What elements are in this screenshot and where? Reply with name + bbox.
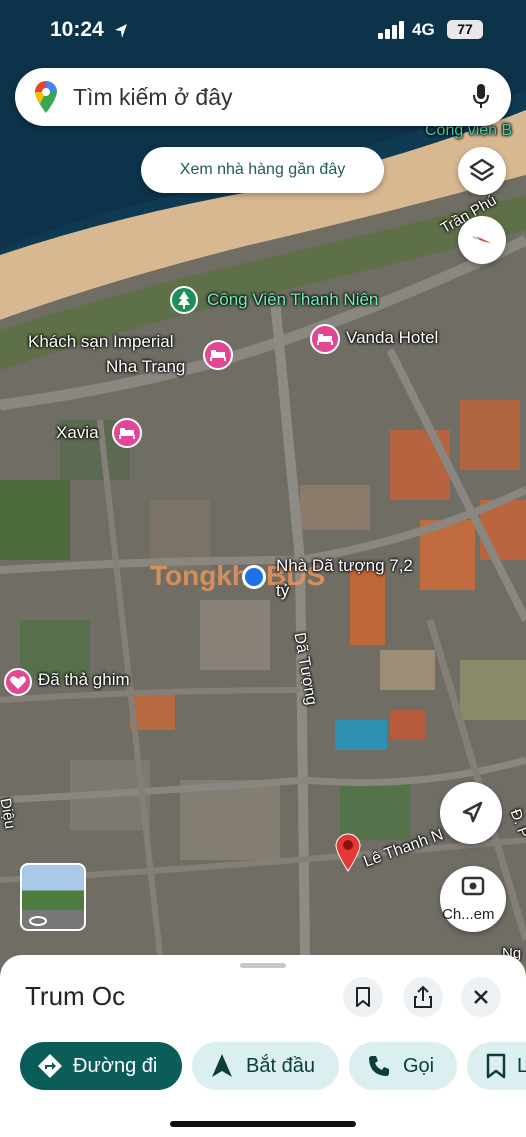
save-pill-label: L [517, 1055, 526, 1077]
map-label-pinned: Đã thả ghim [38, 670, 130, 689]
hotel-xavia-marker[interactable] [112, 418, 142, 448]
close-button[interactable] [461, 977, 501, 1017]
map-label-listing-2: tỷ [276, 581, 290, 600]
signal-icon [378, 21, 404, 39]
bookmark-icon [486, 1053, 506, 1079]
place-title: Trum Oc [25, 981, 126, 1011]
share-icon [414, 985, 432, 1008]
bed-icon [119, 428, 135, 439]
pinned-marker[interactable] [4, 668, 32, 696]
lens-label: Ch...em [442, 906, 495, 923]
rotate-360-icon [29, 916, 47, 926]
camera-scan-icon [461, 876, 485, 896]
destination-pin-icon[interactable] [333, 830, 363, 872]
map-label-park-thanh-nien: Công Viên Thanh Niên [207, 290, 379, 309]
share-button[interactable] [403, 977, 443, 1017]
hotel-vanda-marker[interactable] [310, 324, 340, 354]
bookmark-icon [356, 987, 370, 1007]
street-view-thumbnail[interactable] [20, 863, 86, 931]
sheet-handle[interactable] [240, 963, 286, 968]
home-indicator [170, 1121, 356, 1127]
navigation-arrow-icon [212, 1054, 232, 1077]
save-button[interactable] [343, 977, 383, 1017]
compass-icon [472, 236, 492, 244]
map-label-listing-1: Nhà Dã tượng 7,2 [276, 556, 413, 575]
layers-button[interactable] [458, 147, 506, 195]
search-input[interactable]: Tìm kiếm ở đây [73, 84, 233, 111]
status-bar: 10:24 4G 77 [0, 0, 526, 60]
directions-icon [38, 1054, 62, 1078]
map-label-imperial-2: Nha Trang [106, 357, 186, 376]
bed-icon [317, 334, 333, 345]
directions-label: Đường đi [73, 1055, 158, 1077]
listing-marker[interactable] [242, 565, 266, 589]
call-label: Gọi [403, 1055, 435, 1077]
status-time: 10:24 [50, 18, 104, 41]
compass-button[interactable] [458, 216, 506, 264]
directions-button[interactable]: Đường đi [20, 1042, 182, 1090]
nearby-restaurants-chip[interactable]: Xem nhà hàng gần đây [141, 147, 384, 193]
battery-icon: 77 [447, 20, 483, 39]
place-sheet[interactable]: Trum Oc Đường đi Bắt đầu Gọi L [0, 955, 526, 1137]
layers-icon [469, 158, 495, 182]
close-icon [474, 990, 488, 1004]
bed-icon [210, 350, 226, 361]
park-thanh-nien-marker[interactable] [170, 286, 198, 314]
phone-icon [369, 1056, 389, 1076]
call-button[interactable]: Gọi [349, 1042, 457, 1090]
search-bar[interactable]: Tìm kiếm ở đây [15, 68, 511, 126]
network-type: 4G [412, 20, 435, 39]
heart-icon [10, 676, 26, 689]
location-arrow-icon [115, 24, 127, 38]
map-label-vanda-hotel: Vanda Hotel [346, 328, 439, 347]
location-button[interactable] [440, 782, 502, 844]
map-label-imperial-1: Khách sạn Imperial [28, 332, 174, 351]
save-pill-button[interactable]: L [467, 1042, 526, 1090]
tree-icon [178, 291, 190, 309]
hotel-imperial-marker[interactable] [203, 340, 233, 370]
microphone-icon[interactable] [471, 83, 491, 111]
start-button[interactable]: Bắt đầu [192, 1042, 339, 1090]
navigation-arrow-icon [462, 801, 483, 823]
map-label-xavia: Xavia [56, 423, 99, 442]
start-label: Bắt đầu [246, 1055, 315, 1077]
google-maps-pin-icon [35, 81, 57, 113]
